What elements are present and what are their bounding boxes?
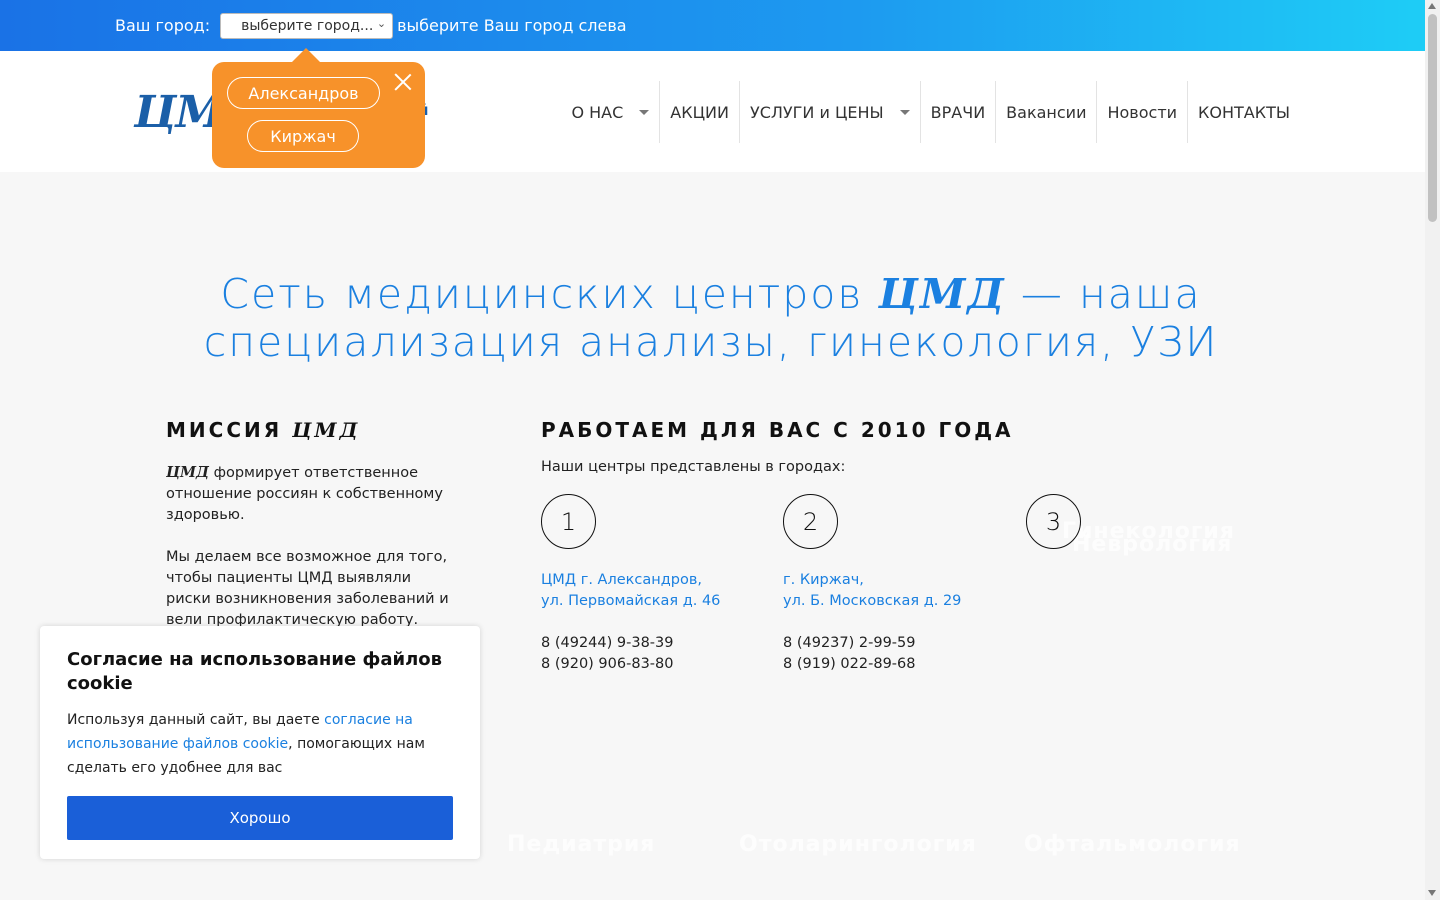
address-line: ул. Первомайская д. 46 <box>541 593 721 609</box>
main-nav: О НАС АКЦИИ УСЛУГИ и ЦЕНЫ ВРАЧИ Вакансии… <box>561 81 1300 143</box>
center-address-link[interactable]: ЦМД г. Александров, ул. Первомайская д. … <box>541 570 720 612</box>
nav-item-label: КОНТАКТЫ <box>1198 102 1290 122</box>
center-number: 3 <box>1026 494 1081 549</box>
nav-item-about[interactable]: О НАС <box>561 81 659 143</box>
scroll-down-icon[interactable] <box>1428 890 1436 896</box>
service-label[interactable]: Педиатрия <box>507 832 655 857</box>
close-icon[interactable] <box>393 71 413 91</box>
city-select-value: выберите город... <box>241 17 374 34</box>
caret-down-icon <box>899 109 910 115</box>
service-label[interactable]: Отоларингология <box>739 832 977 857</box>
center-number: 2 <box>783 494 838 549</box>
nav-item-promos[interactable]: АКЦИИ <box>659 81 739 143</box>
city-option-kirzhach[interactable]: Киржач <box>247 120 359 152</box>
center-phones: 8 (49237) 2-99-59 8 (919) 022-89-68 <box>783 633 915 675</box>
phone[interactable]: 8 (49244) 9-38-39 <box>541 633 673 654</box>
cookie-accept-button[interactable]: Хорошо <box>67 796 453 840</box>
service-label[interactable]: Неврология <box>1072 532 1232 557</box>
phone[interactable]: 8 (49237) 2-99-59 <box>783 633 915 654</box>
cookie-text: Используя данный сайт, вы даете согласие… <box>67 708 453 780</box>
chevron-down-icon: ⌄ <box>376 16 387 30</box>
nav-item-doctors[interactable]: ВРАЧИ <box>919 81 996 143</box>
hero-brand: ЦМД <box>878 270 1006 318</box>
scrollbar-thumb[interactable] <box>1428 14 1437 222</box>
cookie-text-pre: Используя данный сайт, вы даете <box>67 712 325 728</box>
center-number: 1 <box>541 494 596 549</box>
work-heading: РАБОТАЕМ ДЛЯ ВАС С 2010 ГОДА <box>541 418 1014 442</box>
mission-heading-text: МИССИЯ <box>166 418 293 442</box>
hero-text: Сеть медицинских центров <box>220 270 879 318</box>
address-line: г. Киржач, <box>783 572 864 588</box>
city-popup: Александров Киржач <box>212 48 425 168</box>
city-option-alexandrov[interactable]: Александров <box>227 77 380 109</box>
city-bar: Ваш город: выберите город... ⌄ выберите … <box>0 0 1425 51</box>
city-label: Ваш город: <box>115 16 211 35</box>
service-label[interactable]: Офтальмология <box>1024 832 1241 857</box>
nav-item-news[interactable]: Новости <box>1096 81 1187 143</box>
city-hint: выберите Ваш город слева <box>397 16 627 35</box>
cookie-title: Согласие на использование файлов cookie <box>67 649 443 694</box>
center-address-link[interactable]: г. Киржач, ул. Б. Московская д. 29 <box>783 570 961 612</box>
nav-item-label: УСЛУГИ и ЦЕНЫ <box>749 102 884 122</box>
caret-down-icon <box>639 109 650 115</box>
page-scrollbar[interactable] <box>1425 0 1440 900</box>
scroll-up-icon[interactable] <box>1428 3 1436 9</box>
work-subtitle: Наши центры представлены в городах: <box>541 459 846 475</box>
hero-text: — наша <box>1005 270 1202 318</box>
phone[interactable]: 8 (919) 022-89-68 <box>783 654 915 675</box>
nav-item-services[interactable]: УСЛУГИ и ЦЕНЫ <box>738 81 920 143</box>
city-select[interactable]: выберите город... ⌄ <box>220 12 394 39</box>
mission-brand: ЦМД <box>166 464 209 481</box>
nav-item-vacancies[interactable]: Вакансии <box>995 81 1096 143</box>
address-line: ЦМД г. Александров, <box>541 572 703 588</box>
cookie-consent-dialog: Согласие на использование файлов cookie … <box>40 626 480 859</box>
nav-item-contacts[interactable]: КОНТАКТЫ <box>1187 81 1300 143</box>
nav-item-label: Новости <box>1107 102 1178 122</box>
center-phones: 8 (49244) 9-38-39 8 (920) 906-83-80 <box>541 633 673 675</box>
mission-heading: МИССИЯ ЦМД <box>166 418 360 442</box>
mission-heading-brand: ЦМД <box>292 418 361 442</box>
hero-title: Сеть медицинских центров ЦМД — наша спец… <box>180 270 1242 366</box>
nav-item-label: Вакансии <box>1006 102 1087 122</box>
address-line: ул. Б. Московская д. 29 <box>783 593 962 609</box>
mission-text: ЦМД формирует ответственное отношение ро… <box>166 462 451 630</box>
nav-item-label: ВРАЧИ <box>930 102 986 122</box>
hero-text: специализация анализы, гинекология, УЗИ <box>203 318 1219 366</box>
phone[interactable]: 8 (920) 906-83-80 <box>541 654 673 675</box>
nav-item-label: АКЦИИ <box>670 102 729 122</box>
mission-p2: Мы делаем все возможное для того, чтобы … <box>166 549 449 628</box>
nav-item-label: О НАС <box>571 102 624 122</box>
